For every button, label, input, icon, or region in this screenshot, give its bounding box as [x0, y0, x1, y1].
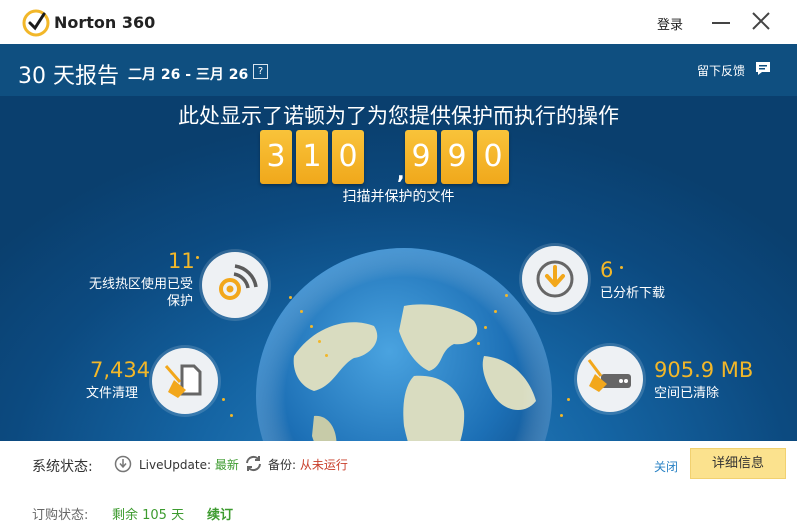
space-stat-label: 空间已清除: [654, 386, 720, 401]
wifi-stat-badge[interactable]: [202, 252, 268, 318]
liveupdate-status: LiveUpdate: 最新: [139, 456, 239, 473]
counter-caption: 扫描并保护的文件: [342, 189, 455, 205]
dot-decoration: [318, 340, 321, 343]
liveupdate-value: 最新: [214, 458, 239, 472]
details-button[interactable]: 详细信息: [690, 448, 786, 479]
subscription-label: 订购状态:: [32, 508, 89, 523]
counter-digit: 0: [477, 130, 509, 184]
wifi-signal-icon: [219, 264, 258, 300]
cleanup-stat-badge[interactable]: [152, 348, 218, 414]
dot-decoration: [196, 256, 199, 259]
backup-icon: [246, 455, 261, 472]
dot-decoration: [620, 266, 623, 269]
subscription-days: 剩余 105 天: [112, 508, 185, 523]
title-bar: Norton 360 登录: [0, 0, 797, 44]
downloads-stat-value: 6: [600, 258, 614, 282]
backup-label: 备份:: [268, 458, 297, 472]
counter-digit: 3: [260, 130, 292, 184]
report-title: 30 天报告: [18, 64, 119, 89]
close-icon[interactable]: [749, 9, 773, 33]
report-hero: 此处显示了诺顿为了为您提供保护而执行的操作 3 1 0 , 9 9 0 扫描并保…: [0, 96, 797, 441]
dot-decoration: [484, 326, 487, 329]
dot-decoration: [289, 296, 292, 299]
wifi-stat-label-line1: 无线热区使用已受: [88, 277, 193, 292]
counter-digit: 1: [296, 130, 328, 184]
dot-decoration: [310, 325, 313, 328]
report-header: 30 天报告 二月 26 - 三月 26 ? 留下反馈: [0, 44, 797, 96]
broom-file-icon: [164, 364, 202, 398]
help-button[interactable]: ?: [253, 64, 268, 79]
counter-separator: ,: [397, 160, 405, 184]
counter-digit: 0: [332, 130, 364, 184]
dot-decoration: [325, 354, 328, 357]
space-stat-value: 905.9 MB: [654, 358, 754, 382]
globe-icon: [256, 248, 552, 441]
close-link[interactable]: 关闭: [654, 458, 678, 475]
minimize-button[interactable]: [710, 10, 732, 32]
cleanup-stat-label: 文件清理: [86, 386, 139, 401]
app-title: Norton 360: [54, 13, 156, 32]
broom-disk-icon: [587, 359, 631, 392]
backup-status: 备份: 从未运行: [268, 456, 348, 473]
dot-decoration: [300, 310, 303, 313]
downloads-stat-label: 已分析下载: [600, 286, 666, 301]
comment-icon[interactable]: [755, 61, 771, 76]
counter-digit: 9: [441, 130, 473, 184]
downloads-stat-badge[interactable]: [522, 246, 588, 312]
wifi-stat-label: 无线热区使用已受 保护: [80, 276, 193, 310]
download-arrow-icon: [536, 260, 574, 298]
dot-decoration: [222, 398, 225, 401]
norton-logo-icon: [22, 9, 50, 37]
space-stat-badge[interactable]: [577, 346, 643, 412]
counter-digit: 9: [405, 130, 437, 184]
liveupdate-icon: [114, 455, 132, 473]
date-range: 二月 26 - 三月 26: [128, 67, 249, 83]
liveupdate-label: LiveUpdate:: [139, 458, 212, 472]
dot-decoration: [230, 414, 233, 417]
system-status-label: 系统状态:: [32, 459, 93, 475]
cleanup-stat-value: 7,434: [90, 358, 151, 382]
dot-decoration: [567, 398, 570, 401]
renew-link[interactable]: 续订: [207, 504, 233, 523]
backup-value: 从未运行: [299, 458, 348, 472]
dot-decoration: [494, 310, 497, 313]
feedback-link[interactable]: 留下反馈: [697, 62, 745, 79]
status-panel: 系统状态: LiveUpdate: 最新 备份: 从未运行 关闭 详细信息 订购…: [0, 441, 797, 531]
dot-decoration: [505, 294, 508, 297]
hero-heading: 此处显示了诺顿为了为您提供保护而执行的操作: [178, 104, 619, 128]
wifi-stat-label-line2: 保护: [166, 294, 193, 309]
login-link[interactable]: 登录: [657, 14, 683, 33]
dot-decoration: [477, 342, 480, 345]
wifi-stat-value: 11: [168, 249, 195, 273]
dot-decoration: [560, 414, 563, 417]
